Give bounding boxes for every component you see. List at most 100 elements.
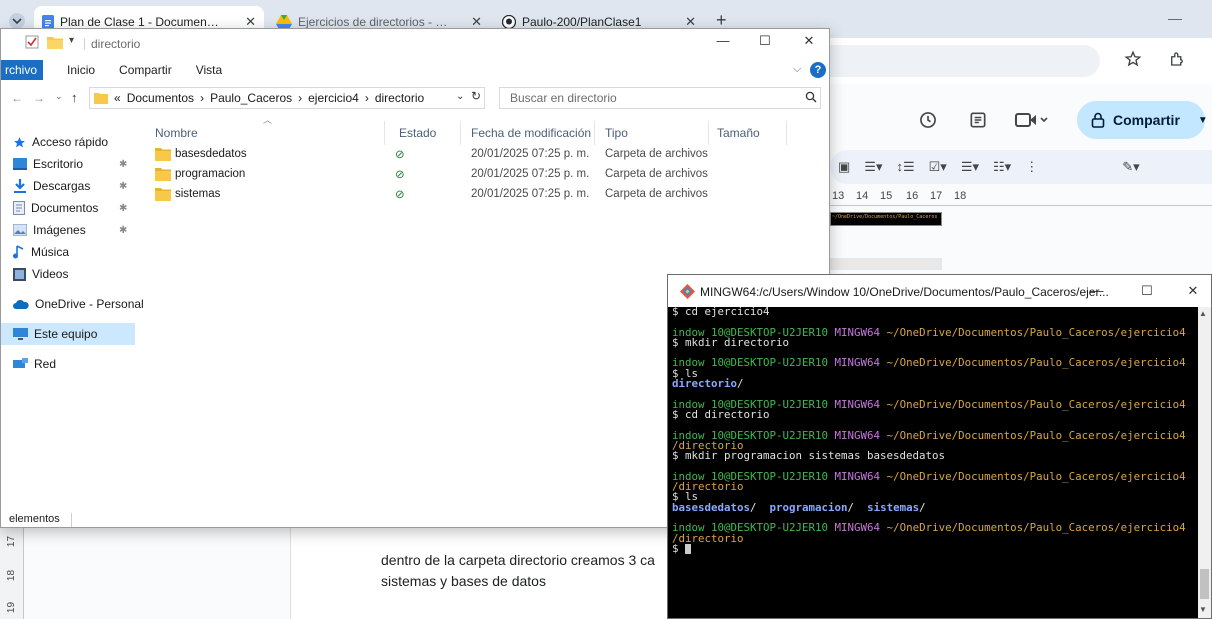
prompt-env: MINGW64 [834,325,881,339]
scroll-up-icon[interactable]: ▲ [1199,309,1207,318]
nav-item-label: Documentos [31,201,99,215]
breadcrumb-documentos[interactable]: Documentos [127,91,194,105]
terminal-cursor [685,543,692,554]
ribbon-expand-icon[interactable]: ⌵ [793,63,801,76]
doc-body-text[interactable]: dentro de la carpeta directorio creamos … [381,552,655,568]
terminal-output[interactable]: $ cd ejercicio4 indow 10@DESKTOP-U2JER10… [668,307,1198,618]
search-input[interactable]: Buscar en directorio [499,87,821,109]
extensions-icon[interactable] [1168,50,1186,68]
prompt-path: ~/OneDrive/Documentos/Paulo_Caceros/ejer… [886,397,1186,411]
properties-icon[interactable] [25,35,39,49]
recent-locations-icon[interactable]: ⌄ [55,91,63,102]
ruler-tick: 14 [856,190,869,202]
terminal-input-line[interactable]: $ [672,543,1198,554]
forward-arrow-icon[interactable]: → [33,91,45,105]
nav-item-descargas[interactable]: Descargas ✱ [1,175,135,197]
nav-item-onedrive[interactable]: OneDrive - Personal [1,293,144,315]
refresh-icon[interactable]: ↻ [471,89,481,103]
column-header-estado[interactable]: Estado [399,121,461,145]
explorer-titlebar: ▾ | directorio — ☐ ✕ [1,29,829,57]
scroll-down-icon[interactable]: ▼ [1199,605,1207,614]
column-header-nombre[interactable]: Nombre [155,121,385,145]
docs-ruler: 13 14 15 16 17 18 [830,188,1212,206]
git-bash-icon [680,284,695,299]
align-icon[interactable]: ☰▾ [864,159,882,175]
line-spacing-icon[interactable]: ↕☰ [896,159,914,175]
meet-icon[interactable] [1014,110,1048,130]
browser-minimize-button[interactable]: — [1168,10,1182,26]
ruler-tick: 13 [832,190,845,202]
bullet-list-icon[interactable]: ☰▾ [961,159,979,175]
minimize-button[interactable]: — [707,33,739,48]
file-date: 20/01/2025 07:25 p. m. [471,188,590,200]
nav-item-este-equipo[interactable]: Este equipo [1,323,135,345]
checklist-icon[interactable]: ☑▾ [929,159,947,175]
new-tab-button[interactable]: + [716,11,727,29]
address-dropdown-icon[interactable]: ⌄ [456,91,464,102]
terminal-prompt: indow 10@DESKTOP-U2JER10 MINGW64 ~/OneDr… [672,430,1198,441]
column-header-tipo[interactable]: Tipo [605,121,709,145]
breadcrumb-separator[interactable]: › [298,91,302,105]
onedrive-icon [13,299,29,309]
chevron-down-icon[interactable]: ▼ [1198,115,1208,126]
version-history-icon[interactable] [918,110,938,130]
nav-item-imagenes[interactable]: Imágenes ✱ [1,219,135,241]
ribbon-tab-inicio[interactable]: Inicio [67,63,95,77]
image-icon[interactable]: ▣ [838,159,850,175]
file-row[interactable]: programacion ⊘ 20/01/2025 07:25 p. m. Ca… [155,165,715,185]
nav-item-escritorio[interactable]: Escritorio ✱ [1,153,135,175]
lock-icon [1091,112,1105,128]
numbered-list-icon[interactable]: ☷▾ [993,159,1011,175]
nav-item-red[interactable]: Red [1,353,135,375]
breadcrumb-directorio[interactable]: directorio [375,91,424,105]
share-button[interactable]: Compartir ▼ [1077,101,1208,139]
desktop-icon [13,158,27,170]
file-date: 20/01/2025 07:25 p. m. [471,168,590,180]
doc-body-text[interactable]: sistemas y bases de datos [381,573,546,589]
column-header-fecha[interactable]: Fecha de modificación [471,121,595,145]
edit-pencil-icon[interactable]: ✎▾ [1122,159,1139,175]
breadcrumb-separator[interactable]: › [200,91,204,105]
nav-item-musica[interactable]: Música [1,241,135,263]
nav-item-acceso-rapido[interactable]: Acceso rápido [1,131,135,153]
terminal-line: /directorio [672,480,744,494]
pin-icon[interactable]: ✱ [119,225,127,236]
address-path-bar[interactable]: « Documentos › Paulo_Caceros › ejercicio… [89,87,485,109]
ruler-tick: 17 [930,190,943,202]
terminal-prompt: indow 10@DESKTOP-U2JER10 MINGW64 ~/OneDr… [672,471,1198,482]
breadcrumb-separator[interactable]: › [365,91,369,105]
folder-icon[interactable] [47,35,63,49]
close-button[interactable]: ✕ [793,33,825,49]
nav-item-documentos[interactable]: Documentos ✱ [1,197,135,219]
folder-icon [155,167,171,181]
ribbon-tab-compartir[interactable]: Compartir [119,63,172,77]
file-row[interactable]: sistemas ⊘ 20/01/2025 07:25 p. m. Carpet… [155,185,715,205]
terminal-window[interactable]: MINGW64:/c/Users/Window 10/OneDrive/Docu… [667,274,1212,619]
maximize-button[interactable]: ☐ [1132,283,1162,299]
close-button[interactable]: ✕ [1178,283,1208,299]
nav-item-label: Descargas [33,179,91,193]
nav-item-videos[interactable]: Videos [1,263,135,285]
bookmark-star-icon[interactable] [1124,50,1142,68]
pin-icon[interactable]: ✱ [119,159,127,170]
breadcrumb-ejercicio4[interactable]: ejercicio4 [308,91,359,105]
terminal-scrollbar-thumb[interactable] [1200,569,1209,599]
breadcrumb-paulo-caceros[interactable]: Paulo_Caceros [210,91,292,105]
back-arrow-icon[interactable]: ← [11,91,23,105]
column-header-tamano[interactable]: Tamaño [717,121,787,145]
file-row[interactable]: basesdedatos ⊘ 20/01/2025 07:25 p. m. Ca… [155,145,715,165]
quick-access-dropdown-icon[interactable]: ▾ [69,35,74,46]
terminal-title: MINGW64:/c/Users/Window 10/OneDrive/Docu… [700,285,1109,299]
pin-icon[interactable]: ✱ [119,181,127,192]
minimize-button[interactable]: — [1082,283,1112,298]
help-icon[interactable]: ? [810,62,826,78]
ribbon-tab-vista[interactable]: Vista [196,63,222,77]
maximize-button[interactable]: ☐ [749,33,781,49]
github-icon [502,15,516,29]
more-icon[interactable]: ⋮ [1025,159,1038,175]
path-overflow[interactable]: « [114,91,121,105]
pin-icon[interactable]: ✱ [119,203,127,214]
up-arrow-icon[interactable]: ↑ [71,90,78,105]
comments-icon[interactable] [968,110,988,130]
ribbon-tab-archivo[interactable]: rchivo [1,60,44,80]
